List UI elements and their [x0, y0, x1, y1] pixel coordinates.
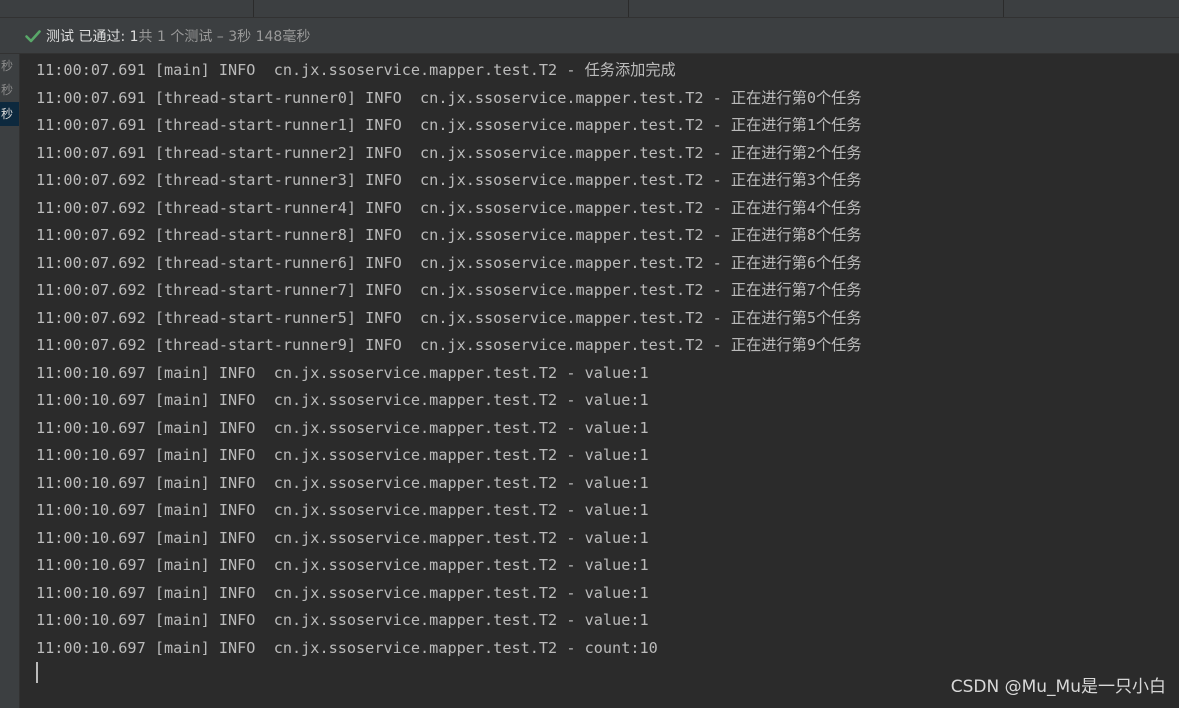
log-line: 11:00:07.691 [main] INFO cn.jx.ssoservic… — [36, 61, 676, 79]
log-line: 11:00:10.697 [main] INFO cn.jx.ssoservic… — [36, 611, 649, 629]
text-cursor — [36, 662, 38, 683]
log-line: 11:00:07.692 [thread-start-runner7] INFO… — [36, 281, 862, 299]
log-line: 11:00:07.692 [thread-start-runner5] INFO… — [36, 308, 862, 327]
log-line: 11:00:07.692 [thread-start-runner8] INFO… — [36, 226, 862, 244]
tab-separator — [1003, 0, 1004, 17]
top-tab-bar — [0, 0, 1179, 18]
log-line: 11:00:07.692 [thread-start-runner6] INFO… — [36, 253, 862, 272]
test-tree-item-selected[interactable]: 秒 — [0, 102, 19, 126]
test-status-text: 测试 已通过: 1共 1 个测试 – 3秒 148毫秒 — [46, 26, 310, 46]
tab-separator — [628, 0, 629, 17]
test-tree-item[interactable]: 秒 — [0, 78, 19, 102]
log-line: 11:00:07.691 [thread-start-runner0] INFO… — [36, 88, 862, 107]
console-output[interactable]: 11:00:07.691 [main] INFO cn.jx.ssoservic… — [20, 54, 1179, 708]
log-line: 11:00:10.697 [main] INFO cn.jx.ssoservic… — [36, 446, 649, 464]
watermark: CSDN @Mu_Mu是一只小白 — [950, 677, 1166, 697]
test-status-summary: 共 1 个测试 – 3秒 148毫秒 — [138, 28, 311, 45]
log-line: 11:00:10.697 [main] INFO cn.jx.ssoservic… — [36, 473, 649, 492]
log-line: 11:00:07.691 [thread-start-runner1] INFO… — [36, 116, 862, 134]
log-line: 11:00:10.697 [main] INFO cn.jx.ssoservic… — [36, 528, 649, 547]
check-icon — [25, 29, 41, 42]
tab-separator — [253, 0, 254, 17]
test-status-bar: 测试 已通过: 1共 1 个测试 – 3秒 148毫秒 — [0, 18, 1179, 54]
log-line: 11:00:10.697 [main] INFO cn.jx.ssoservic… — [36, 391, 649, 409]
test-status-passed: 测试 已通过: 1 — [46, 28, 139, 45]
log-line: 11:00:10.697 [main] INFO cn.jx.ssoservic… — [36, 501, 649, 519]
log-line: 11:00:10.697 [main] INFO cn.jx.ssoservic… — [36, 363, 649, 382]
test-tree-item[interactable]: 秒 — [0, 54, 19, 78]
log-line: 11:00:10.697 [main] INFO cn.jx.ssoservic… — [36, 583, 649, 602]
log-line: 11:00:07.692 [thread-start-runner4] INFO… — [36, 198, 862, 217]
test-tree-panel: 秒 秒 秒 — [0, 54, 20, 708]
log-line: 11:00:10.697 [main] INFO cn.jx.ssoservic… — [36, 418, 649, 437]
log-line: 11:00:07.692 [thread-start-runner3] INFO… — [36, 171, 862, 189]
log-line: 11:00:10.697 [main] INFO cn.jx.ssoservic… — [36, 638, 658, 657]
log-line: 11:00:10.697 [main] INFO cn.jx.ssoservic… — [36, 556, 649, 574]
log-line: 11:00:07.692 [thread-start-runner9] INFO… — [36, 336, 862, 354]
console-log: 11:00:07.691 [main] INFO cn.jx.ssoservic… — [36, 57, 862, 662]
log-line: 11:00:07.691 [thread-start-runner2] INFO… — [36, 143, 862, 162]
